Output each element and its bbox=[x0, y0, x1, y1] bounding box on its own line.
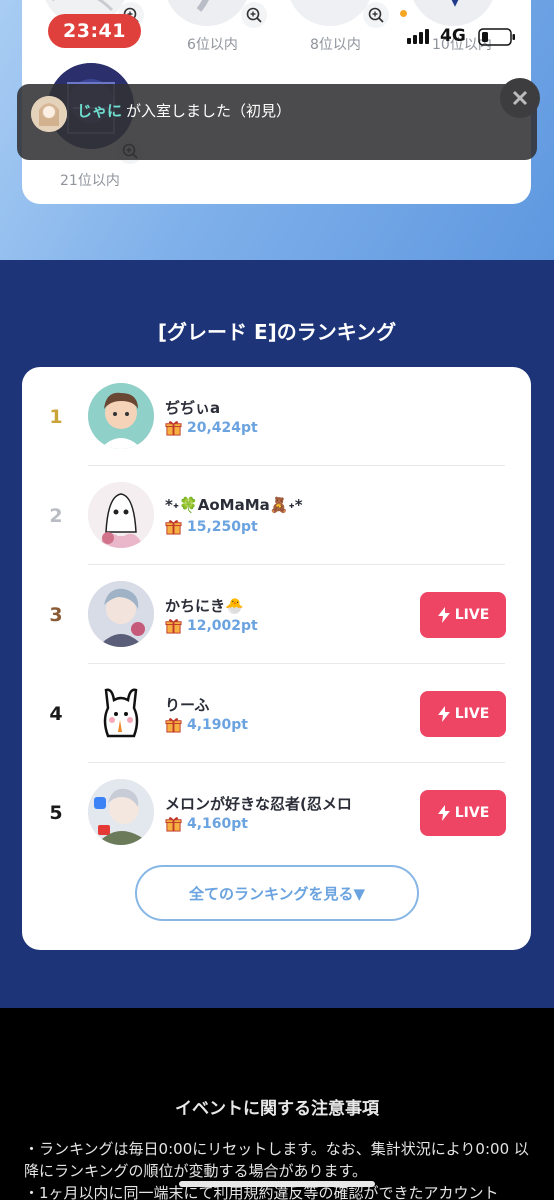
points-value: 4,160pt bbox=[187, 815, 248, 832]
ranking-row[interactable]: 4 りーふ 4,190pt LIVE bbox=[22, 664, 531, 763]
user-name: *˖🍀AoMaMa🧸˖* bbox=[165, 496, 303, 514]
rank-number: 4 bbox=[49, 702, 63, 725]
home-indicator[interactable] bbox=[179, 1181, 375, 1187]
view-all-rankings-button[interactable]: 全てのランキングを見る▼ bbox=[135, 865, 419, 921]
status-time-pill: 23:41 bbox=[48, 14, 141, 48]
zoom-in-icon[interactable] bbox=[241, 2, 267, 28]
rank-number: 1 bbox=[49, 405, 63, 428]
points-value: 15,250pt bbox=[187, 518, 258, 535]
ranking-row[interactable]: 5 メロンが好きな忍者(忍メロ 4,160pt LIVE bbox=[22, 763, 531, 862]
lightning-icon bbox=[437, 805, 450, 821]
points: 12,002pt bbox=[165, 617, 258, 634]
rank-range-caption: 21位以内 bbox=[60, 173, 120, 189]
ranker-thumbnail[interactable] bbox=[410, 0, 496, 26]
live-button[interactable]: LIVE bbox=[420, 691, 506, 737]
lightning-icon bbox=[437, 607, 450, 623]
gift-icon bbox=[165, 718, 182, 733]
points-value: 4,190pt bbox=[187, 716, 248, 733]
toast-avatar bbox=[31, 96, 67, 132]
gift-icon bbox=[165, 619, 182, 634]
lightning-icon bbox=[437, 706, 450, 722]
gift-icon bbox=[165, 421, 182, 436]
live-button[interactable]: LIVE bbox=[420, 592, 506, 638]
rank-number: 5 bbox=[49, 801, 63, 824]
avatar[interactable] bbox=[88, 779, 154, 845]
live-label: LIVE bbox=[454, 805, 490, 821]
ranking-card: 1 ぢぢぃa 20,424pt 2 *˖🍀AoMaMa🧸˖* 15,250pt bbox=[22, 367, 531, 950]
user-name: メロンが好きな忍者(忍メロ bbox=[165, 795, 352, 813]
user-name: ぢぢぃa bbox=[165, 399, 221, 417]
event-notes-section: イベントに関する注意事項 ・ランキングは毎日0:00にリセットします。なお、集計… bbox=[0, 1008, 554, 1200]
notes-title: イベントに関する注意事項 bbox=[175, 1099, 379, 1119]
toast-text: が入室しました（初見） bbox=[126, 102, 292, 120]
user-name: りーふ bbox=[165, 696, 210, 714]
points: 4,160pt bbox=[165, 815, 248, 832]
section-title: [グレード E]のランキング bbox=[157, 320, 397, 344]
note-line: ・ランキングは毎日0:00にリセットします。なお、集計状況により0:00 以降に… bbox=[24, 1140, 529, 1180]
rank-number: 3 bbox=[49, 603, 63, 626]
live-button[interactable]: LIVE bbox=[420, 790, 506, 836]
toast-user-name: じゃに bbox=[77, 102, 123, 120]
avatar[interactable] bbox=[88, 581, 154, 647]
zoom-in-icon[interactable] bbox=[363, 2, 389, 28]
grade-ranking-section: [グレード E]のランキング 1 ぢぢぃa 20,424pt 2 *˖🍀AoMa… bbox=[0, 260, 554, 1008]
points: 4,190pt bbox=[165, 716, 248, 733]
gift-icon bbox=[165, 817, 182, 832]
ranking-row[interactable]: 1 ぢぢぃa 20,424pt bbox=[22, 367, 531, 466]
avatar[interactable] bbox=[88, 383, 154, 449]
privacy-indicator-dot bbox=[400, 10, 407, 17]
points-value: 12,002pt bbox=[187, 617, 258, 634]
user-name: かちにき🐣 bbox=[165, 597, 244, 615]
points: 15,250pt bbox=[165, 518, 258, 535]
entry-notification-toast: じゃに が入室しました（初見） bbox=[17, 84, 537, 160]
points-value: 20,424pt bbox=[187, 419, 258, 436]
ranker-thumbnail[interactable] bbox=[164, 0, 250, 26]
toast-message: じゃに が入室しました（初見） bbox=[77, 100, 291, 121]
ranker-thumbnail[interactable] bbox=[287, 0, 373, 26]
rank-range-caption: 8位以内 bbox=[310, 37, 361, 53]
live-label: LIVE bbox=[454, 607, 490, 623]
live-label: LIVE bbox=[454, 706, 490, 722]
rank-number: 2 bbox=[49, 504, 63, 527]
rank-range-caption: 6位以内 bbox=[187, 37, 238, 53]
network-type: 4G bbox=[440, 26, 466, 46]
ranking-row[interactable]: 3 かちにき🐣 12,002pt LIVE bbox=[22, 565, 531, 664]
battery-icon bbox=[478, 28, 515, 46]
gift-icon bbox=[165, 520, 182, 535]
cellular-signal-icon bbox=[407, 28, 429, 44]
avatar[interactable] bbox=[88, 680, 154, 746]
avatar[interactable] bbox=[88, 482, 154, 548]
ranking-row[interactable]: 2 *˖🍀AoMaMa🧸˖* 15,250pt bbox=[22, 466, 531, 565]
close-icon[interactable] bbox=[500, 78, 540, 118]
points: 20,424pt bbox=[165, 419, 258, 436]
